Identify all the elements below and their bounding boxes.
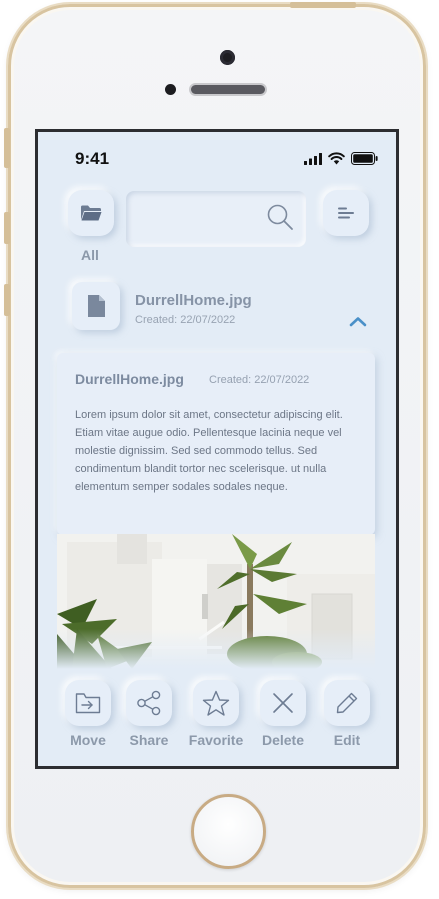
move-action[interactable]: Move [55,680,121,748]
star-icon [202,690,230,716]
image-preview [57,534,375,669]
status-bar: 9:41 [38,132,396,178]
earpiece-speaker [189,83,267,96]
chevron-up-icon[interactable] [349,316,367,327]
sort-button[interactable] [323,190,369,236]
move-button[interactable] [65,680,111,726]
wifi-icon [328,152,345,165]
close-icon [273,693,293,713]
volume-down-button [4,284,10,316]
delete-button[interactable] [260,680,306,726]
favorite-label: Favorite [188,732,244,748]
favorite-button[interactable] [193,680,239,726]
action-bar: Move Share Favorite Delete Edit [38,680,396,760]
move-label: Move [70,732,106,748]
document-icon [87,295,105,317]
app-screen: 9:41 All DurrellHome.jpg Created: 22/07/… [35,129,399,769]
home-button[interactable] [191,794,266,869]
status-time: 9:41 [75,149,110,168]
power-button [290,2,356,8]
edit-action[interactable]: Edit [314,680,380,748]
delete-label: Delete [261,732,305,748]
volume-up-button [4,212,10,244]
favorite-action[interactable]: Favorite [183,680,249,748]
folder-button[interactable] [68,190,114,236]
status-icons [304,152,378,165]
file-created-date: Created: 22/07/2022 [135,314,236,326]
file-thumb[interactable] [72,282,120,330]
front-camera [220,50,235,65]
detail-created-date: Created: 22/07/2022 [209,374,310,386]
file-name[interactable]: DurrellHome.jpg [135,292,252,309]
search-icon[interactable] [266,203,294,231]
battery-icon [351,152,378,165]
edit-label: Edit [333,732,361,748]
signal-icon [304,152,322,165]
pencil-icon [336,692,358,714]
detail-description: Lorem ipsum dolor sit amet, consectetur … [75,409,343,493]
sort-lines-icon [338,207,354,219]
move-to-folder-icon [75,693,101,714]
proximity-sensor [165,84,176,95]
image-fade [57,629,375,669]
share-icon [137,690,161,716]
detail-title: DurrellHome.jpg [75,371,184,387]
folder-icon [81,205,102,221]
edit-button[interactable] [324,680,370,726]
all-label: All [81,247,99,263]
delete-action[interactable]: Delete [250,680,316,748]
share-action[interactable]: Share [116,680,182,748]
mute-switch [4,128,10,168]
share-button[interactable] [126,680,172,726]
file-detail-card: DurrellHome.jpg Created: 22/07/2022 Lore… [57,353,375,535]
search-input[interactable] [126,191,306,247]
share-label: Share [129,732,169,748]
